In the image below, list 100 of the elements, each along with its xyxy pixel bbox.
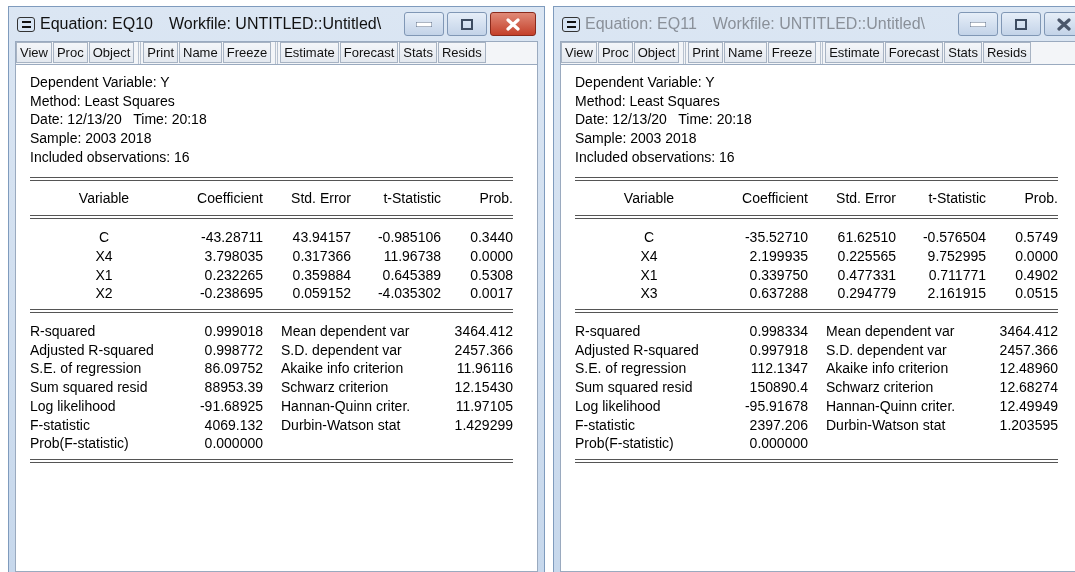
statistic-value: 12.48960	[998, 359, 1058, 379]
column-header: Coefficient	[196, 188, 263, 208]
table-cell-text: 9.752995	[926, 246, 986, 266]
toolbar-button[interactable]: Name	[179, 42, 222, 63]
toolbar-button[interactable]: Freeze	[767, 42, 817, 63]
statistic-value: 11.97105	[454, 396, 513, 416]
statistic-value: 2457.366	[453, 340, 513, 360]
toolbar-button[interactable]: Estimate	[280, 42, 339, 63]
output-info-line: Date: 12/13/20 Time: 20:18	[30, 110, 208, 130]
table-cell-text: X4	[94, 246, 114, 266]
statistic-label: Prob(F-statistic)	[30, 434, 130, 453]
table-cell-text: 3.798035	[203, 246, 263, 266]
table-cell-text: 0.0000	[469, 246, 513, 266]
table-cell-text: -35.52710	[743, 228, 808, 247]
statistic-value: 4069.132	[203, 415, 263, 435]
statistic-value: 1.429299	[453, 415, 513, 435]
statistic-value: 12.15430	[453, 378, 513, 397]
output-info-line: Dependent Variable: Y	[30, 73, 171, 92]
statistic-value: 2457.366	[998, 340, 1058, 360]
toolbar-button[interactable]: Print	[143, 42, 178, 63]
table-cell-text: 0.477331	[836, 265, 896, 285]
toolbar-button[interactable]: Estimate	[825, 42, 884, 63]
table-cell-text: 0.317366	[291, 246, 351, 266]
table-cell-text: 0.0515	[1014, 284, 1058, 304]
statistic-value: 0.000000	[203, 434, 263, 453]
statistic-label: Log likelihood	[30, 396, 117, 416]
workfile-name: Workfile: UNTITLED::Untitled\	[168, 15, 382, 33]
toolbar-button[interactable]: Resids	[982, 42, 1031, 63]
statistic-label: Mean dependent var	[825, 322, 956, 341]
close-icon	[506, 17, 520, 31]
column-header: Std. Error	[290, 188, 351, 208]
table-cell-text: X1	[94, 265, 114, 285]
statistic-label: Hannan-Quinn criter.	[825, 396, 957, 416]
statistic-value: 150890.4	[748, 378, 808, 397]
statistic-label: R-squared	[575, 322, 642, 341]
statistic-value: 112.1347	[749, 359, 808, 379]
table-cell-text: 0.232265	[203, 265, 263, 285]
table-cell-text: 43.94157	[291, 228, 351, 247]
statistic-value: 86.09752	[203, 359, 263, 379]
table-cell-text: 0.0017	[469, 284, 513, 304]
statistic-label: F-statistic	[575, 415, 636, 435]
table-cell-text: 11.96738	[382, 246, 441, 266]
column-header: t-Statistic	[927, 188, 986, 208]
table-cell-text: 0.359884	[291, 265, 351, 285]
table-cell-text: C	[97, 228, 111, 247]
table-cell-text: -4.035302	[376, 284, 441, 304]
statistic-label: S.D. dependent var	[825, 340, 948, 360]
statistic-label: Akaike info criterion	[825, 359, 950, 379]
toolbar-button[interactable]: Forecast	[884, 42, 944, 63]
statistic-label: Akaike info criterion	[280, 359, 405, 379]
toolbar-button[interactable]: View	[561, 42, 597, 63]
statistic-value: 0.997918	[748, 340, 808, 360]
toolbar-button[interactable]: Print	[688, 42, 723, 63]
statistic-label: S.D. dependent var	[280, 340, 403, 360]
statistic-value: 88953.39	[203, 378, 263, 397]
toolbar-button[interactable]: Resids	[437, 42, 486, 63]
toolbar-button[interactable]: Proc	[52, 42, 88, 63]
toolbar-button[interactable]: Name	[724, 42, 767, 63]
maximize-button[interactable]	[1001, 12, 1041, 36]
close-button[interactable]	[1044, 12, 1075, 36]
table-cell-text: -0.238695	[198, 284, 263, 304]
table-cell-text: C	[642, 228, 656, 247]
table-cell-text: 2.199935	[748, 246, 808, 266]
statistic-value: 12.68274	[998, 378, 1058, 397]
statistic-value: 0.998772	[203, 340, 263, 360]
maximize-icon	[461, 18, 473, 30]
toolbar-button[interactable]: Object	[88, 42, 135, 63]
statistic-label: Adjusted R-squared	[575, 340, 700, 360]
table-cell-text: 0.5308	[469, 265, 513, 285]
toolbar-button[interactable]: Forecast	[339, 42, 399, 63]
statistic-value: -95.91678	[743, 396, 808, 416]
statistic-label: Durbin-Watson stat	[280, 415, 402, 435]
statistic-value: 1.203595	[998, 415, 1058, 435]
table-cell-text: 0.711771	[927, 265, 986, 285]
table-cell-text: 0.0000	[1014, 246, 1058, 266]
toolbar-button[interactable]: View	[16, 42, 52, 63]
table-cell-text: 0.339750	[748, 265, 808, 285]
table-cell-text: 2.161915	[926, 284, 986, 304]
output-info-line: Dependent Variable: Y	[575, 73, 716, 92]
toolbar-button[interactable]: Proc	[597, 42, 633, 63]
toolbar-button[interactable]: Freeze	[222, 42, 272, 63]
toolbar-button[interactable]: Stats	[399, 42, 437, 63]
table-cell-text: -0.985106	[376, 228, 441, 247]
system-menu-icon[interactable]	[17, 16, 35, 32]
column-header: Prob.	[1023, 188, 1058, 208]
statistic-label: R-squared	[30, 322, 97, 341]
table-cell-text: X2	[94, 284, 114, 304]
maximize-button[interactable]	[447, 12, 487, 36]
statistic-label: Schwarz criterion	[825, 378, 935, 397]
minimize-icon	[970, 21, 986, 27]
table-cell-text: X4	[639, 246, 659, 266]
table-cell-text: 0.294779	[836, 284, 896, 304]
system-menu-icon[interactable]	[562, 16, 580, 32]
statistic-label: Schwarz criterion	[280, 378, 390, 397]
toolbar-button[interactable]: Object	[633, 42, 680, 63]
toolbar-button[interactable]: Stats	[944, 42, 982, 63]
minimize-icon	[416, 21, 432, 27]
output-info-line: Date: 12/13/20 Time: 20:18	[575, 110, 753, 130]
statistic-value: 12.49949	[998, 396, 1058, 416]
close-button[interactable]	[490, 12, 536, 36]
